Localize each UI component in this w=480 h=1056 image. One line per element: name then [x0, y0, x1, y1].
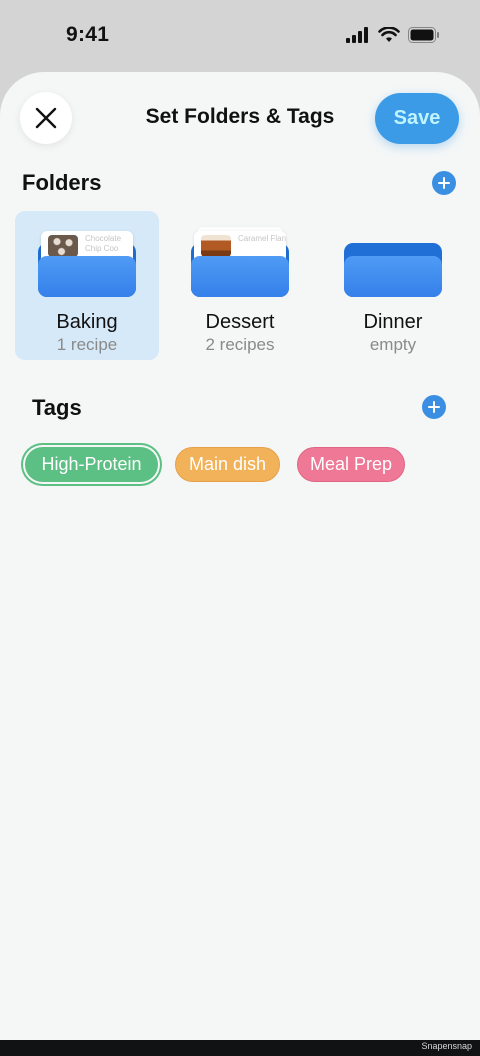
add-folder-button[interactable] [432, 171, 456, 195]
folder-icon [344, 231, 442, 297]
cellular-signal-icon [346, 27, 368, 43]
folder-card-baking[interactable]: Chocolate Chip Coo Baking 1 recipe [15, 211, 159, 360]
status-icons [346, 27, 440, 43]
tags-section-title: Tags [32, 395, 82, 420]
plus-icon [428, 401, 440, 413]
folders-tags-sheet: Set Folders & Tags Save Folders Chocolat… [0, 72, 480, 1040]
folder-card-dinner[interactable]: Dinner empty [321, 211, 465, 360]
folder-count: 1 recipe [56, 335, 118, 354]
bottom-bar: Snapensnap [0, 1040, 480, 1056]
status-time: 9:41 [66, 23, 110, 46]
recipe-card-label: Chocolate Chip Coo [85, 234, 122, 253]
folder-icon: Chocolate Chip Coo [38, 231, 136, 297]
tag-high-protein[interactable]: High-Protein [25, 447, 158, 482]
folder-card-dessert[interactable]: Caramel Flan Dessert 2 recipes [168, 211, 312, 360]
folder-name: Baking [56, 311, 118, 333]
folder-name: Dessert [205, 311, 275, 333]
tag-meal-prep[interactable]: Meal Prep [297, 447, 405, 482]
folder-count: 2 recipes [205, 335, 275, 354]
add-tag-button[interactable] [422, 395, 446, 419]
save-button[interactable]: Save [375, 93, 459, 144]
folder-icon: Caramel Flan [191, 227, 289, 297]
recipe-thumbnail [201, 235, 231, 257]
battery-icon [408, 27, 439, 43]
folder-name: Dinner [363, 311, 423, 333]
tag-main-dish[interactable]: Main dish [175, 447, 280, 482]
recipe-thumbnail [48, 235, 78, 257]
recipe-card-label: Caramel Flan [238, 234, 286, 243]
status-bar: 9:41 [0, 0, 480, 72]
wifi-icon [378, 27, 400, 42]
watermark: Snapensnap [421, 1041, 472, 1051]
folder-count: empty [369, 335, 417, 354]
plus-icon [438, 177, 450, 189]
folders-section-title: Folders [22, 170, 102, 195]
